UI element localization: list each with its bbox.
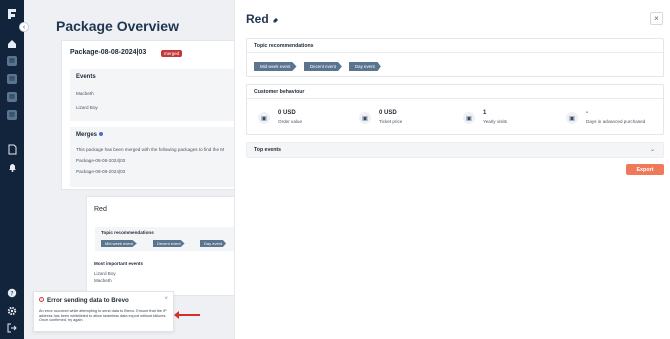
- customer-behaviour-section: Customer behaviour ▣ 0 USD Order value ▣…: [246, 84, 664, 135]
- metric-value: 0 USD: [278, 110, 296, 116]
- collapse-sidebar-button[interactable]: ‹: [19, 22, 29, 32]
- topic-recommendations-section: Topic recommendations Mid week event Dec…: [246, 38, 664, 77]
- merged-package: Package-08-08-2024|03: [76, 158, 126, 163]
- events-heading: Events: [76, 74, 96, 80]
- ticket-icon: ▣: [258, 112, 270, 124]
- grid-icon-1[interactable]: ▤: [7, 56, 17, 66]
- divider: [247, 98, 663, 99]
- toast-message: An error occurred while attempting to se…: [39, 309, 167, 323]
- edit-icon[interactable]: [273, 17, 279, 23]
- toast-title: Error sending data to Brevo: [47, 297, 129, 304]
- ticket-icon: ▣: [463, 112, 475, 124]
- merged-package: Package-08-08-2024|03: [76, 169, 126, 174]
- section-heading: Top events: [254, 147, 281, 153]
- logo-icon[interactable]: [5, 7, 19, 21]
- metric-value: -: [586, 110, 588, 116]
- document-icon[interactable]: [5, 142, 19, 156]
- merges-box: Merges This package has been merged with…: [70, 127, 234, 187]
- topic-tag: Decent event: [153, 240, 185, 247]
- important-heading: Most important events: [94, 261, 144, 266]
- event-item: Macbeth: [76, 91, 94, 96]
- package-name: Package-08-08-2024|03: [70, 49, 147, 56]
- grid-icon-3[interactable]: ▤: [7, 92, 17, 102]
- metric-label: Order value: [278, 119, 303, 124]
- topic-tag: Day event: [200, 240, 227, 247]
- chevron-down-icon[interactable]: ⌄: [650, 146, 655, 153]
- error-icon: !: [39, 297, 44, 302]
- divider: [247, 52, 663, 53]
- status-badge: merged: [161, 50, 183, 57]
- topic-box: Topic recommendations Mid week event Dec…: [95, 227, 234, 251]
- section-heading: Customer behaviour: [254, 89, 305, 95]
- important-event: Macbeth: [94, 278, 112, 283]
- annotation-arrow: [174, 311, 200, 319]
- metric-label: Days in advanced purchased: [586, 119, 646, 124]
- close-button[interactable]: ×: [650, 12, 663, 25]
- grid-icon-4[interactable]: ▤: [7, 110, 17, 120]
- svg-text:?: ?: [10, 290, 13, 297]
- ticket-icon: ▣: [359, 112, 371, 124]
- topic-tag: Day event: [349, 62, 381, 71]
- events-box: Events Macbeth Lizard Boy: [70, 69, 234, 121]
- error-toast: ! Error sending data to Brevo × An error…: [33, 291, 174, 332]
- close-icon[interactable]: ×: [164, 296, 168, 302]
- package-card: Package-08-08-2024|03 merged Events Macb…: [61, 40, 234, 190]
- export-button[interactable]: Export: [626, 164, 664, 175]
- metric-value: 1: [483, 110, 487, 116]
- important-event: Lizard Boy: [94, 271, 116, 276]
- metric-value: 0 USD: [379, 110, 397, 116]
- event-item: Lizard Boy: [76, 105, 98, 110]
- logout-icon[interactable]: [5, 321, 19, 335]
- topic-tag: Mid week event: [254, 62, 297, 71]
- home-icon[interactable]: [5, 37, 19, 51]
- chevron-left-icon: ‹: [22, 23, 26, 31]
- grid-icon-2[interactable]: ▤: [7, 74, 17, 84]
- ticket-icon: ▣: [566, 112, 578, 124]
- close-icon: ×: [654, 14, 659, 23]
- topic-tag: Decent event: [304, 62, 342, 71]
- segment-title: Red: [94, 206, 107, 213]
- merges-heading: Merges: [76, 132, 104, 138]
- top-events-section[interactable]: Top events ⌄: [246, 142, 664, 158]
- gear-icon[interactable]: [5, 304, 19, 318]
- background-page: Package Overview Package-08-08-2024|03 m…: [24, 0, 234, 339]
- page-title: Package Overview: [56, 18, 179, 34]
- topic-heading: Topic recommendations: [101, 230, 154, 235]
- bell-icon[interactable]: [5, 160, 19, 174]
- panel-title: Red: [246, 12, 269, 26]
- help-icon[interactable]: ?: [5, 286, 19, 300]
- metric-label: Ticket price: [379, 119, 403, 124]
- segment-card: Red Topic recommendations Mid week event…: [86, 196, 234, 296]
- merges-description: This package has been merged with the fo…: [76, 147, 225, 152]
- detail-panel: Red × Topic recommendations Mid week eve…: [234, 0, 670, 339]
- sidebar: ▤ ▤ ▤ ▤ ?: [0, 0, 24, 339]
- topic-tag: Mid week event: [101, 240, 137, 247]
- metric-label: Yearly visits: [483, 119, 508, 124]
- info-icon[interactable]: [99, 132, 104, 137]
- section-heading: Topic recommendations: [254, 43, 314, 49]
